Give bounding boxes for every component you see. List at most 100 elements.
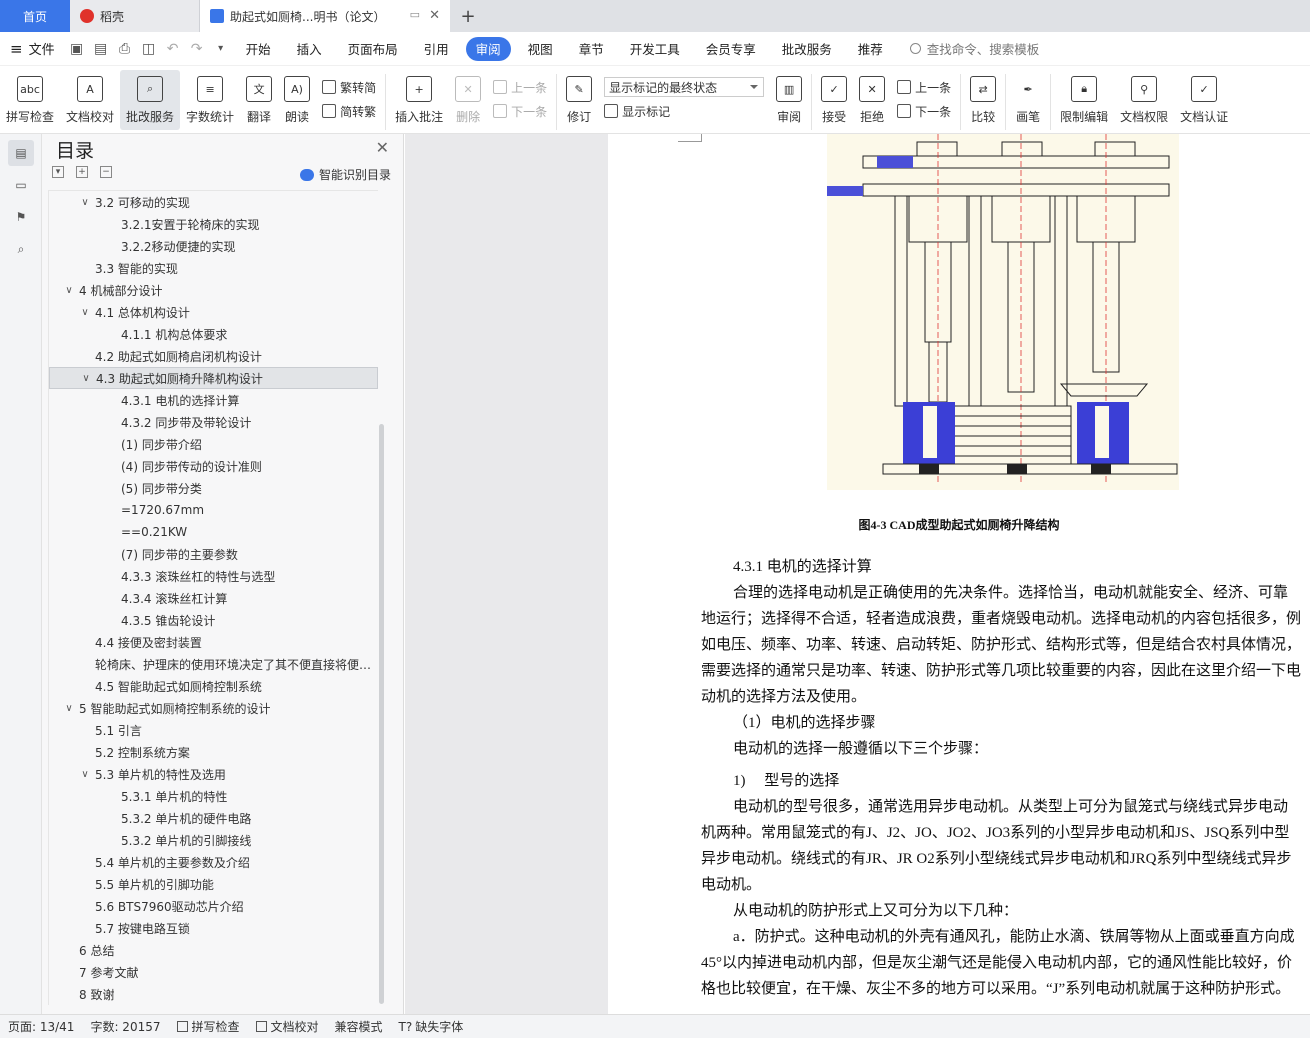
toc-item[interactable]: 3.2.2移动便捷的实现 [49,235,378,257]
document-page[interactable]: 图4-3 CAD成型助起式如厕椅升降结构 4.3.1 电机的选择计算 合理的选择… [608,134,1310,1014]
close-icon[interactable]: ✕ [376,138,389,157]
smart-toc-button[interactable]: 智能识别目录 [299,166,391,183]
command-search[interactable]: 查找命令、搜索模板 [909,39,1039,58]
next-change-button[interactable]: 下一条 [897,99,951,123]
translate-button[interactable]: 文翻译 [240,70,278,130]
prev-comment-button[interactable]: 上一条 [493,75,547,99]
tab-home[interactable]: 首页 [0,0,70,32]
toc-item[interactable]: ∨ 4.3 助起式如厕椅升降机构设计 [49,367,378,389]
review-pane-button[interactable]: ▥ 审阅 [770,70,808,130]
menu-devtools[interactable]: 开发工具 [617,37,693,61]
toc-item[interactable]: ∨ 3.2 可移动的实现 [49,191,378,213]
toc-item[interactable]: 4.3.1 电机的选择计算 [49,389,378,411]
chevron-down-icon[interactable]: ∨ [79,197,91,208]
menu-chapter[interactable]: 章节 [566,37,617,61]
toc-item[interactable]: 3.2.1安置于轮椅床的实现 [49,213,378,235]
toc-item[interactable]: ==0.21KW [49,521,378,543]
toc-item[interactable]: 4.3.4 滚珠丝杠计算 [49,587,378,609]
page-indicator[interactable]: 页面: 13/41 [0,1018,82,1035]
review-service-button[interactable]: ⌕ 批改服务 [120,70,181,130]
chevron-down-icon[interactable]: ▾ [210,38,232,60]
next-comment-button[interactable]: 下一条 [493,99,547,123]
redo-icon[interactable]: ↷ [186,38,208,60]
monitor-icon[interactable]: ▭ [410,8,420,21]
spell-check-button[interactable]: abc 拼写检查 [0,70,60,130]
doc-rights-button[interactable]: ⚲ 文档权限 [1114,70,1174,130]
toc-item[interactable]: 5.3.2 单片机的引脚接线 [49,829,378,851]
expand-icon[interactable]: + [76,166,88,178]
toc-item[interactable]: 7 参考文献 [49,961,378,983]
pen-button[interactable]: ✒ 画笔 [1009,70,1047,130]
toc-scrollbar[interactable] [379,424,384,1004]
toc-item[interactable]: 4.3.2 同步带及带轮设计 [49,411,378,433]
toc-item[interactable]: 5.5 单片机的引脚功能 [49,873,378,895]
toc-item[interactable]: 5.2 控制系统方案 [49,741,378,763]
chapter-icon[interactable]: ▭ [8,172,34,198]
toc-item[interactable]: (1) 同步带介绍 [49,433,378,455]
toc-item[interactable]: 5.7 按键电路互锁 [49,917,378,939]
menu-review[interactable]: 审阅 [465,36,511,61]
restrict-edit-button[interactable]: 🔒︎ 限制编辑 [1054,70,1114,130]
menu-start[interactable]: 开始 [233,37,284,61]
menu-layout[interactable]: 页面布局 [335,37,411,61]
toc-item[interactable]: (4) 同步带传动的设计准则 [49,455,378,477]
preview-icon[interactable]: ◫ [138,38,160,60]
track-changes-button[interactable]: ✎ 修订 [560,70,598,130]
status-proofread[interactable]: 文档校对 [248,1018,327,1035]
bookmark-icon[interactable]: ⚑ [8,204,34,230]
toc-item[interactable]: 轮椅床、护理床的使用环境决定了其不便直接将便… [49,653,378,675]
toc-item[interactable]: =1720.67mm [49,499,378,521]
toc-item[interactable]: ∨ 5.3 单片机的特性及选用 [49,763,378,785]
toc-item[interactable]: 3.3 智能的实现 [49,257,378,279]
insert-comment-button[interactable]: + 插入批注 [389,70,449,130]
toc-item[interactable]: ∨ 5 智能助起式如厕椅控制系统的设计 [49,697,378,719]
menu-member[interactable]: 会员专享 [693,37,769,61]
menu-insert[interactable]: 插入 [284,37,335,61]
menu-correction[interactable]: 批改服务 [769,37,845,61]
prev-change-button[interactable]: 上一条 [897,75,951,99]
doc-auth-button[interactable]: ✓ 文档认证 [1174,70,1234,130]
chevron-down-icon[interactable]: ∨ [63,285,75,296]
toc-item[interactable]: 4.2 助起式如厕椅启闭机构设计 [49,345,378,367]
print-icon[interactable]: ⎙ [114,38,136,60]
toc-item[interactable]: 4.3.3 滚珠丝杠的特性与选型 [49,565,378,587]
word-count[interactable]: 字数: 20157 [82,1018,168,1035]
status-spell-check[interactable]: 拼写检查 [169,1018,248,1035]
chevron-down-icon[interactable]: ∨ [80,373,92,384]
toc-item[interactable]: 4.4 接便及密封装置 [49,631,378,653]
toc-item[interactable]: 5.1 引言 [49,719,378,741]
menu-view[interactable]: 视图 [515,37,566,61]
toc-item[interactable]: 4.1.1 机构总体要求 [49,323,378,345]
toc-item[interactable]: 4.3.5 锥齿轮设计 [49,609,378,631]
toc-item[interactable]: 5.4 单片机的主要参数及介绍 [49,851,378,873]
toc-item[interactable]: 5.3.2 单片机的硬件电路 [49,807,378,829]
trad-to-simp-button[interactable]: 繁转简 [322,75,376,99]
menu-recommend[interactable]: 推荐 [845,37,896,61]
chevron-down-icon[interactable]: ∨ [79,307,91,318]
toc-item[interactable]: 5.6 BTS7960驱动芯片介绍 [49,895,378,917]
close-icon[interactable]: ✕ [429,8,440,23]
accept-button[interactable]: ✓ 接受 [815,70,853,130]
word-count-button[interactable]: ≡ 字数统计 [180,70,240,130]
read-aloud-button[interactable]: A) 朗读 [278,70,316,130]
tab-document[interactable]: 助起式如厕椅...明书（论文） ▭ ✕ [200,0,450,32]
new-tab-button[interactable]: + [450,0,486,32]
toc-item[interactable]: ∨ 4 机械部分设计 [49,279,378,301]
export-pdf-icon[interactable]: ▤ [90,38,112,60]
missing-font[interactable]: T? 缺失字体 [391,1018,472,1035]
compare-button[interactable]: ⇄ 比较 [964,70,1002,130]
chevron-down-icon[interactable]: ∨ [79,769,91,780]
chevron-down-icon[interactable]: ∨ [63,703,75,714]
simp-to-trad-button[interactable]: 简转繁 [322,99,376,123]
proofread-button[interactable]: A 文档校对 [60,70,120,130]
collapse-all-icon[interactable]: ▾ [52,166,64,178]
file-menu-button[interactable]: ≡ 文件 [0,39,65,59]
undo-icon[interactable]: ↶ [162,38,184,60]
toc-item[interactable]: 5.3.1 单片机的特性 [49,785,378,807]
tab-docer[interactable]: 稻壳 [70,0,200,32]
menu-reference[interactable]: 引用 [411,37,462,61]
toc-panel-icon[interactable]: ▤ [8,140,34,166]
toc-item[interactable]: 8 致谢 [49,983,378,1005]
reject-button[interactable]: ✕ 拒绝 [853,70,891,130]
delete-comment-button[interactable]: ✕ 删除 [449,70,487,130]
